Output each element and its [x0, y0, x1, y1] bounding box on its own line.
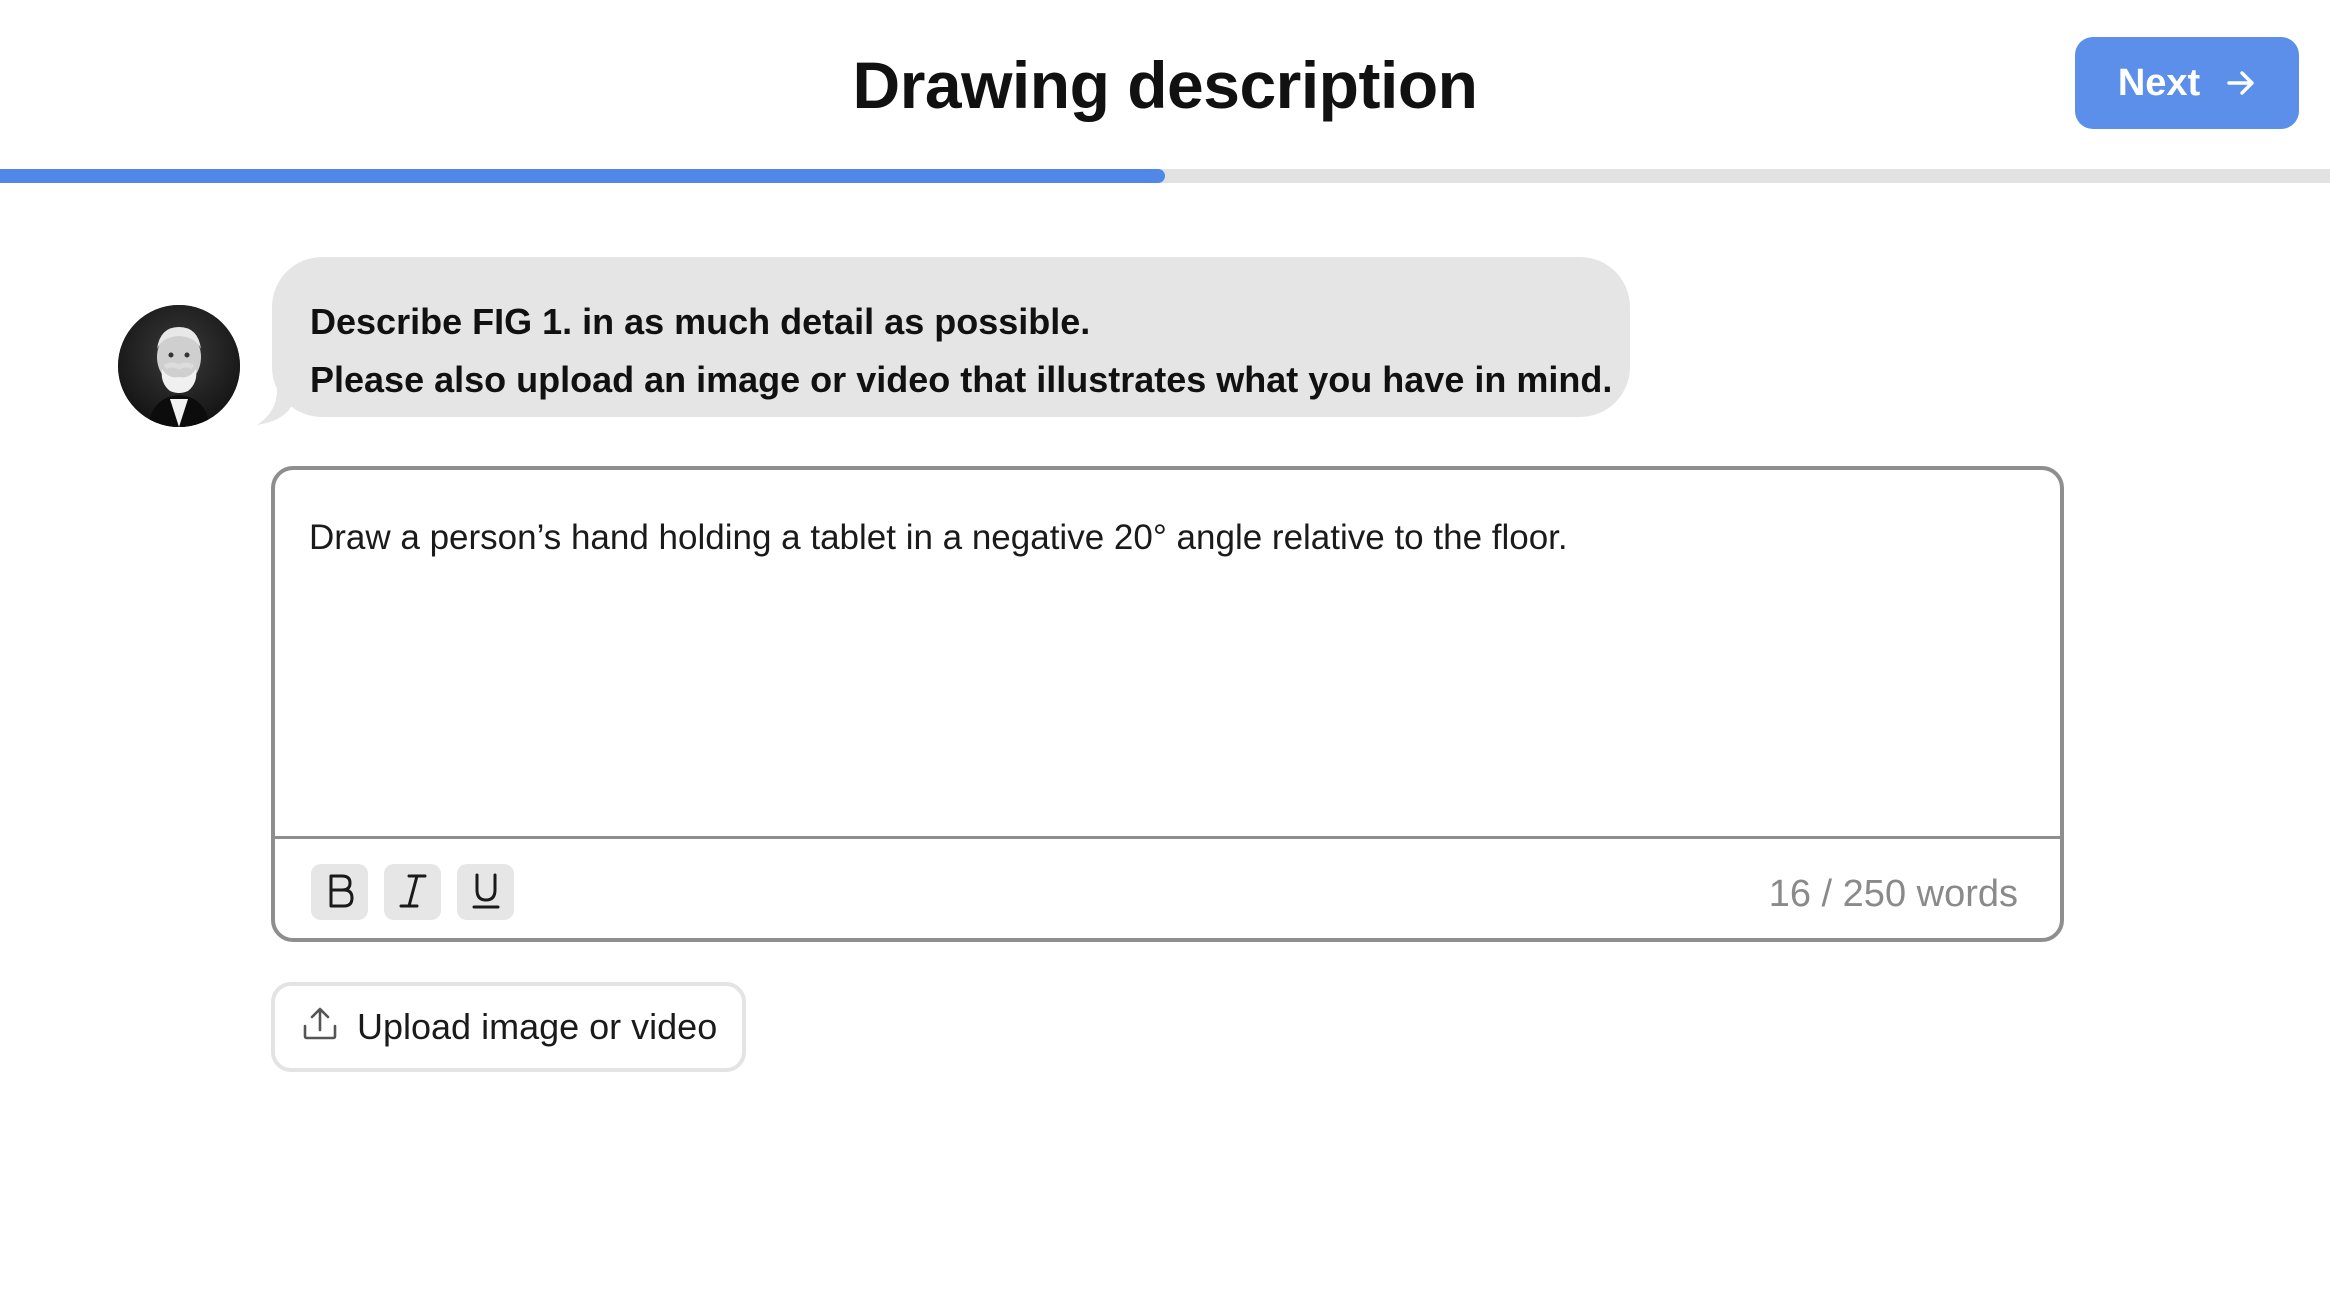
- arrow-right-icon: [2226, 68, 2256, 98]
- page-title: Drawing description: [852, 48, 1478, 122]
- description-editor[interactable]: Draw a person’s hand holding a tablet in…: [271, 466, 2064, 942]
- prompt-line-2: Please also upload an image or video tha…: [310, 359, 1613, 400]
- prompt-line-1: Describe FIG 1. in as much detail as pos…: [310, 301, 1091, 342]
- format-toolbar: [311, 864, 514, 920]
- next-button-label: Next: [2117, 61, 2201, 104]
- bold-icon: [323, 872, 357, 913]
- prompt-bubble: Describe FIG 1. in as much detail as pos…: [272, 257, 1630, 417]
- underline-icon: [469, 872, 503, 913]
- upload-icon: [301, 1004, 339, 1051]
- italic-icon: [396, 872, 430, 913]
- description-text[interactable]: Draw a person’s hand holding a tablet in…: [309, 514, 1568, 562]
- word-count: 16 / 250 words: [1768, 873, 2018, 915]
- upload-button[interactable]: Upload image or video: [271, 982, 746, 1072]
- avatar: [118, 305, 240, 427]
- bold-button[interactable]: [311, 864, 368, 920]
- next-button[interactable]: Next: [2075, 37, 2299, 129]
- editor-divider: [275, 836, 2060, 839]
- italic-button[interactable]: [384, 864, 441, 920]
- progress-fill: [0, 169, 1165, 183]
- underline-button[interactable]: [457, 864, 514, 920]
- upload-button-label: Upload image or video: [357, 1006, 718, 1047]
- progress-bar: [0, 169, 2330, 183]
